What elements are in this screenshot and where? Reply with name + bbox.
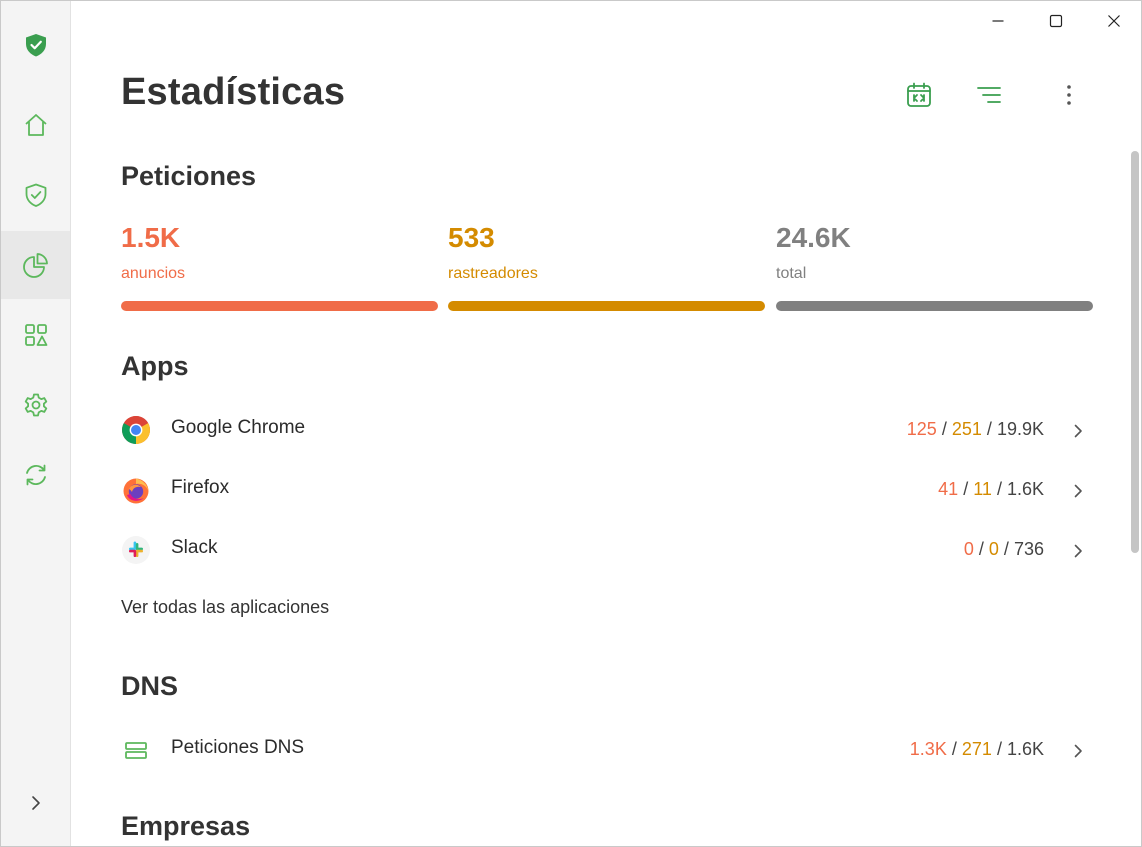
app-name: Slack	[171, 537, 218, 558]
filter-icon	[977, 87, 1001, 103]
requests-section-title: Peticiones	[121, 161, 257, 191]
stat-trackers[interactable]: 533 rastreadores	[448, 219, 766, 311]
app-total-count: 19.9K	[996, 419, 1044, 439]
chevron-right-icon	[1066, 479, 1090, 503]
stat-total[interactable]: 24.6K total	[776, 219, 1094, 311]
app-row-slack[interactable]: Slack 0 / 0 / 736	[121, 529, 1096, 573]
more-options-button[interactable]	[1051, 77, 1087, 113]
stat-total-bar	[776, 301, 1093, 311]
sidebar-item-statistics[interactable]	[1, 231, 70, 299]
shield-icon	[25, 183, 46, 207]
app-name: Firefox	[171, 477, 230, 498]
app-trackers-count: 0	[988, 539, 999, 559]
app-ads-count: 0	[963, 539, 974, 559]
dns-requests-row[interactable]: Peticiones DNS 1.3K / 271 / 1.6K	[121, 729, 1096, 773]
app-total-count: 1.6K	[1006, 479, 1044, 499]
scrollbar-thumb[interactable]	[1131, 151, 1139, 553]
dns-stats: 1.3K / 271 / 1.6K	[910, 739, 1044, 760]
dns-trackers-count: 271	[961, 739, 992, 759]
stats-separator: /	[963, 479, 969, 499]
stats-separator: /	[996, 739, 1002, 759]
stats-separator: /	[951, 739, 957, 759]
app-trackers-count: 11	[973, 479, 992, 499]
home-icon	[24, 114, 47, 136]
app-ads-count: 41	[938, 479, 959, 499]
stats-separator: /	[941, 419, 947, 439]
calendar-icon	[907, 82, 931, 107]
stats-separator: /	[1003, 539, 1009, 559]
companies-section-title: Empresas	[121, 811, 251, 841]
more-vertical-icon	[1067, 85, 1071, 105]
stat-trackers-bar	[448, 301, 765, 311]
stats-separator: /	[978, 539, 984, 559]
shapes-icon	[24, 324, 47, 346]
chevron-right-icon	[1066, 739, 1090, 763]
stat-ads-bar	[121, 301, 438, 311]
chevron-right-icon	[1066, 419, 1090, 443]
app-stats: 41 / 11 / 1.6K	[938, 479, 1044, 500]
date-range-button[interactable]	[901, 77, 937, 113]
app-window: Estadísticas Peticiones 1.5K anuncios 53…	[0, 0, 1142, 847]
chevron-right-icon	[1066, 539, 1090, 563]
app-trackers-count: 251	[951, 419, 982, 439]
sidebar	[1, 1, 71, 846]
shield-check-icon	[25, 34, 46, 57]
sidebar-item-apps[interactable]	[1, 301, 70, 369]
dns-ads-count: 1.3K	[909, 739, 947, 759]
server-icon	[121, 735, 151, 765]
stat-ads[interactable]: 1.5K anuncios	[121, 219, 439, 311]
stat-total-value: 24.6K	[776, 222, 851, 253]
firefox-icon	[121, 475, 151, 505]
stat-trackers-label: rastreadores	[448, 265, 538, 282]
gear-icon	[24, 393, 47, 417]
dns-requests-name: Peticiones DNS	[171, 737, 305, 758]
stat-trackers-value: 533	[448, 222, 495, 253]
chevron-right-icon	[31, 796, 40, 810]
page-title: Estadísticas	[121, 71, 346, 113]
sidebar-item-update[interactable]	[1, 441, 70, 509]
dns-section-title: DNS	[121, 671, 179, 701]
main-content: Estadísticas Peticiones 1.5K anuncios 53…	[121, 1, 1096, 847]
app-row-firefox[interactable]: Firefox 41 / 11 / 1.6K	[121, 469, 1096, 513]
app-name: Google Chrome	[171, 417, 306, 438]
sidebar-expand-button[interactable]	[1, 771, 70, 835]
stats-separator: /	[986, 419, 992, 439]
app-ads-count: 125	[906, 419, 937, 439]
see-all-apps-link[interactable]: Ver todas las aplicaciones	[121, 597, 329, 618]
pie-chart-icon	[22, 253, 48, 278]
app-row-chrome[interactable]: Google Chrome 125 / 251 / 19.9K	[121, 409, 1096, 453]
stat-ads-label: anuncios	[121, 265, 186, 282]
stat-total-label: total	[776, 265, 807, 282]
sidebar-item-protection[interactable]	[1, 161, 70, 229]
sidebar-item-settings[interactable]	[1, 371, 70, 439]
sidebar-item-home[interactable]	[1, 91, 70, 159]
apps-section-title: Apps	[121, 351, 189, 381]
stats-separator: /	[996, 479, 1002, 499]
close-icon	[1108, 15, 1120, 27]
brand-logo	[1, 11, 70, 79]
stat-ads-value: 1.5K	[121, 222, 181, 253]
refresh-icon	[25, 464, 46, 486]
chrome-icon	[121, 415, 151, 445]
slack-icon	[121, 535, 151, 565]
dns-total-count: 1.6K	[1006, 739, 1044, 759]
app-stats: 125 / 251 / 19.9K	[907, 419, 1044, 440]
app-stats: 0 / 0 / 736	[964, 539, 1044, 560]
filter-button[interactable]	[971, 77, 1007, 113]
app-total-count: 736	[1013, 539, 1044, 559]
